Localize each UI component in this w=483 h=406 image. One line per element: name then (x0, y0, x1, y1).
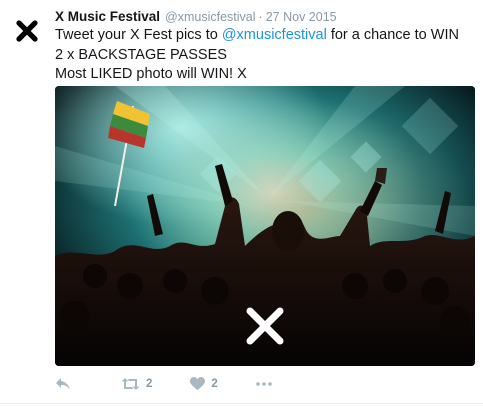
retweet-count: 2 (146, 378, 153, 390)
tweet-text: Tweet your X Fest pics to @xmusicfestiva… (55, 26, 470, 85)
reply-button[interactable] (55, 377, 71, 391)
tweet-text-line2: Most LIKED photo will WIN! X (55, 66, 247, 82)
retweet-button[interactable]: 2 (121, 377, 152, 391)
divider (0, 403, 483, 404)
separator-dot: · (258, 10, 263, 24)
like-count: 2 (211, 378, 218, 390)
concert-photo-image (55, 86, 475, 366)
avatar-x-logo[interactable] (16, 20, 38, 42)
retweet-icon (121, 378, 140, 390)
author-name[interactable]: X Music Festival (55, 9, 160, 24)
heart-icon (190, 377, 206, 390)
x-logo-icon (16, 20, 38, 42)
tweet-header: X Music Festival @xmusicfestival · 27 Nov 2… (55, 8, 337, 26)
mention-link[interactable]: @xmusicfestival (222, 27, 327, 43)
like-button[interactable]: 2 (190, 377, 218, 391)
tweet-photo[interactable] (55, 86, 475, 366)
tweet-text-part1: Tweet your X Fest pics to (55, 27, 222, 43)
tweet-date[interactable]: 27 Nov 2015 (266, 10, 337, 24)
tweet-actions: 2 2 (55, 374, 272, 394)
author-handle[interactable]: @xmusicfestival (165, 10, 256, 24)
more-dots-icon (256, 382, 272, 386)
more-button[interactable] (256, 382, 272, 386)
reply-icon (56, 378, 70, 390)
